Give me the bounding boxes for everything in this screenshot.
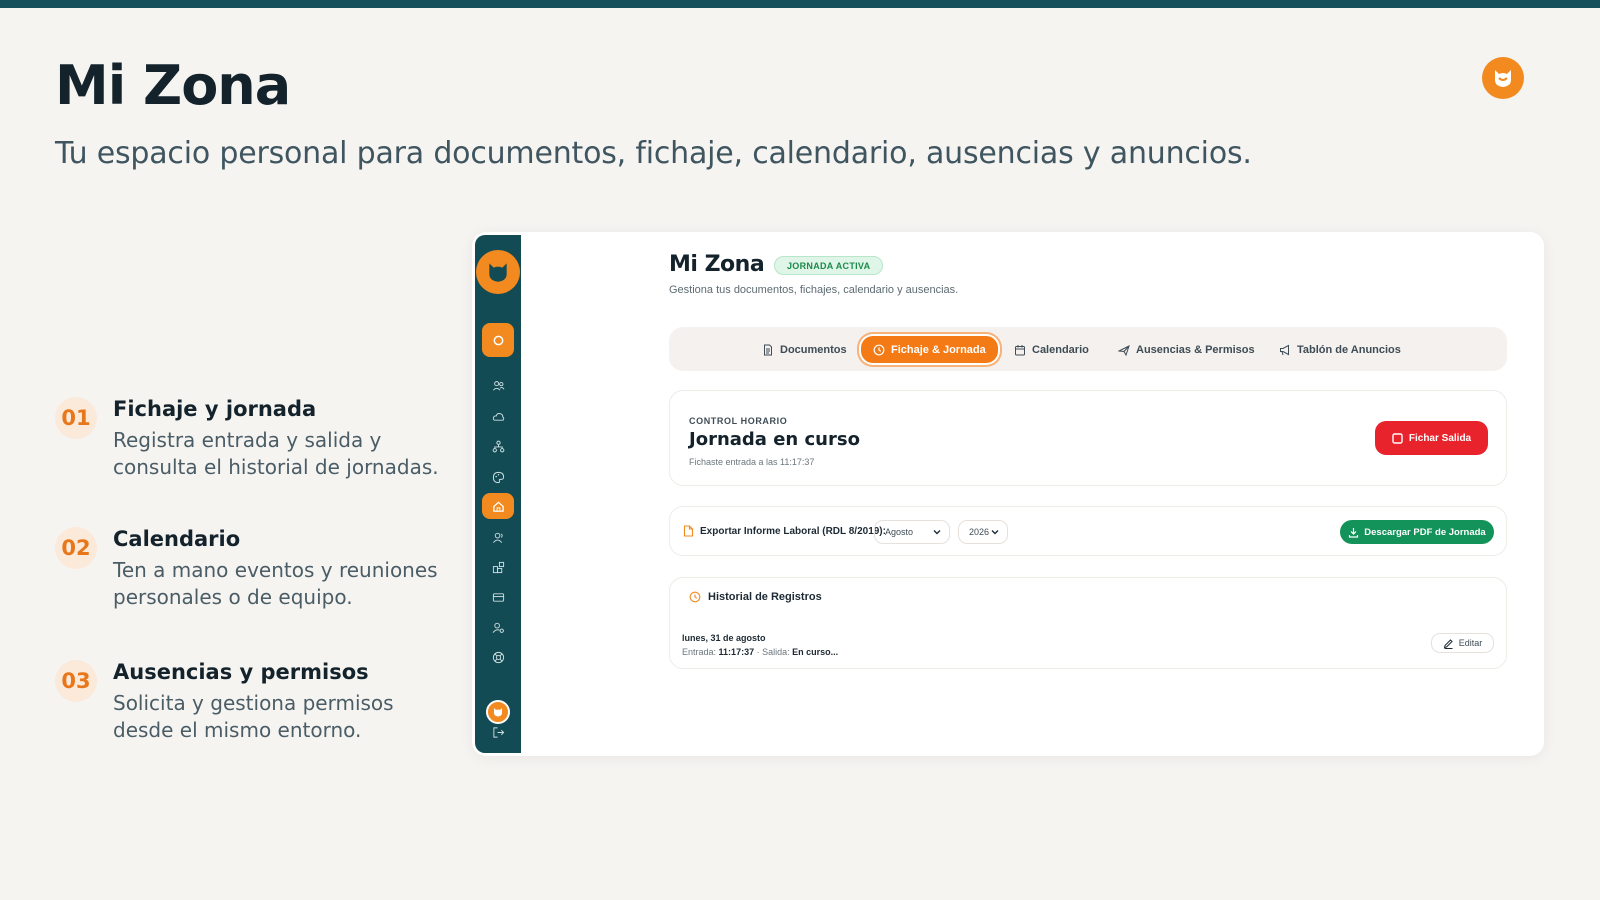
record-date: lunes, 31 de agosto: [682, 633, 766, 643]
export-label: Exportar Informe Laboral (RDL 8/2019):: [700, 525, 886, 537]
calendar-icon: [1015, 344, 1025, 355]
button-label: Editar: [1458, 638, 1483, 648]
sidebar-cloud-icon[interactable]: [482, 403, 514, 429]
clock-icon: [873, 344, 885, 355]
app-subtitle: Gestiona tus documentos, fichajes, calen…: [669, 284, 959, 296]
history-clock-icon: [689, 591, 701, 603]
app-screenshot: Mi Zona JORNADA ACTIVA Gestiona tus docu…: [472, 232, 1544, 756]
feature-description: Registra entrada y salida y consulta el …: [113, 428, 439, 479]
chevron-down-icon: [991, 530, 999, 535]
app-title: Mi Zona: [669, 252, 765, 277]
month-value: Agosto: [885, 527, 914, 537]
card-eyebrow: CONTROL HORARIO: [689, 416, 788, 426]
megaphone-icon: [1280, 344, 1289, 355]
exit-label: Salida:: [762, 647, 790, 657]
feature-description: Ten a mano eventos y reuniones personale…: [113, 558, 438, 609]
sidebar-user-icon[interactable]: [482, 524, 514, 550]
page-title: Mi Zona: [55, 54, 291, 117]
chevron-down-icon: [933, 530, 941, 535]
edit-button[interactable]: Editar: [1431, 633, 1494, 653]
card-title: Jornada en curso: [689, 429, 860, 450]
card-subtitle: Fichaste entrada a las 11:17:37: [689, 457, 815, 467]
tab-bar: Documentos Fichaje & Jornada Calendario …: [669, 327, 1507, 371]
sidebar-users-icon[interactable]: [482, 372, 514, 398]
sidebar-palette-icon[interactable]: [482, 464, 514, 490]
document-icon: [764, 344, 772, 355]
download-pdf-button[interactable]: Descargar PDF de Jornada: [1340, 520, 1494, 544]
sidebar-myzone-icon[interactable]: [482, 493, 514, 519]
tab-label: Fichaje & Jornada: [891, 343, 986, 356]
history-header: Historial de Registros: [689, 591, 822, 603]
tab-documentos[interactable]: Documentos: [762, 336, 847, 363]
app-logo-icon: [476, 250, 520, 294]
file-icon: [683, 525, 694, 537]
feature-title: Fichaje y jornada: [113, 397, 317, 421]
sidebar-help-icon[interactable]: [482, 644, 514, 670]
feature-description: Solicita y gestiona permisos desde el mi…: [113, 691, 394, 742]
feature-title: Ausencias y permisos: [113, 660, 369, 684]
feature-number: 03: [55, 660, 97, 702]
tab-calendario[interactable]: Calendario: [1014, 336, 1089, 363]
tab-fichaje-jornada[interactable]: Fichaje & Jornada: [861, 336, 998, 363]
tab-ausencias-permisos[interactable]: Ausencias & Permisos: [1118, 336, 1255, 363]
pencil-icon: [1443, 638, 1453, 649]
status-badge: JORNADA ACTIVA: [774, 256, 884, 275]
export-label-group: Exportar Informe Laboral (RDL 8/2019):: [683, 525, 886, 537]
history-title: Historial de Registros: [708, 591, 822, 603]
plane-icon: [1118, 344, 1130, 356]
tab-tablon-anuncios[interactable]: Tablón de Anuncios: [1279, 336, 1401, 363]
tab-label: Ausencias & Permisos: [1136, 343, 1255, 356]
feature-number: 01: [55, 397, 97, 439]
logout-icon[interactable]: [482, 719, 514, 745]
sidebar-org-icon[interactable]: [482, 433, 514, 459]
download-icon: [1349, 527, 1359, 538]
tab-label: Tablón de Anuncios: [1297, 343, 1401, 356]
exit-value: En curso...: [792, 647, 839, 657]
button-label: Descargar PDF de Jornada: [1364, 526, 1486, 538]
export-card: Exportar Informe Laboral (RDL 8/2019): A…: [669, 506, 1507, 556]
sidebar-user-settings-icon[interactable]: [482, 614, 514, 640]
brand-logo-icon: [1482, 57, 1524, 99]
feature-number: 02: [55, 527, 97, 569]
tab-label: Calendario: [1032, 343, 1089, 356]
top-accent-bar: [0, 0, 1600, 8]
year-value: 2026: [969, 527, 990, 537]
page-subtitle: Tu espacio personal para documentos, fic…: [55, 136, 1252, 171]
sidebar-card-icon[interactable]: [482, 584, 514, 610]
year-select[interactable]: 2026: [958, 520, 1008, 544]
control-horario-card: CONTROL HORARIO Jornada en curso Fichast…: [669, 390, 1507, 486]
entry-label: Entrada:: [682, 647, 717, 657]
history-card: Historial de Registros lunes, 31 de agos…: [669, 577, 1507, 669]
stop-icon: [1392, 432, 1403, 444]
sidebar-home-icon[interactable]: [482, 323, 514, 357]
sidebar-apps-icon[interactable]: [482, 554, 514, 580]
feature-title: Calendario: [113, 527, 241, 551]
fichar-salida-button[interactable]: Fichar Salida: [1375, 421, 1488, 455]
tab-label: Documentos: [780, 343, 847, 356]
sidebar: [475, 235, 521, 753]
separator: ·: [756, 647, 760, 657]
button-label: Fichar Salida: [1408, 432, 1472, 444]
record-detail: Entrada: 11:17:37 · Salida: En curso...: [682, 647, 838, 657]
month-select[interactable]: Agosto: [874, 520, 950, 544]
entry-time: 11:17:37: [718, 647, 755, 657]
